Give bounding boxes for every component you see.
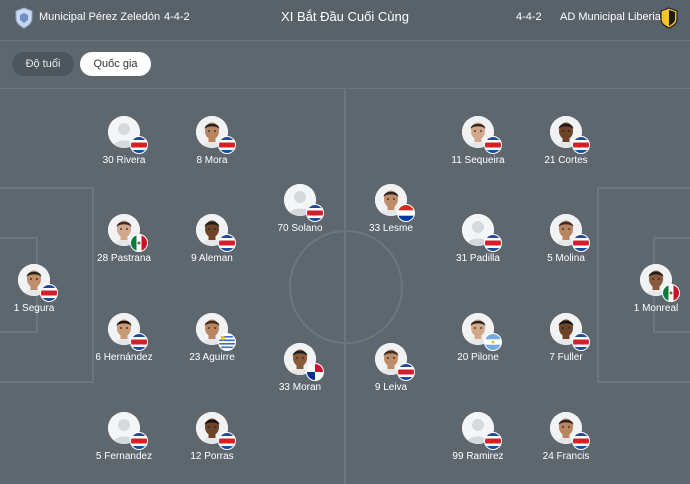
player-name[interactable]: 33 Lesme [341, 223, 441, 234]
header-divider [0, 40, 690, 41]
player-name[interactable]: 28 Pastrana [74, 253, 174, 264]
costa-rica-flag-icon [484, 432, 502, 450]
costa-rica-flag-icon [572, 333, 590, 351]
home-player-card[interactable]: 23 Aguirre [162, 313, 262, 373]
home-player-card[interactable]: 1 Segura [0, 264, 84, 324]
away-formation: 4-4-2 [516, 11, 542, 23]
player-name[interactable]: 7 Fuller [516, 352, 616, 363]
away-player-card[interactable]: 21 Cortes [516, 116, 616, 176]
away-team-crest-icon[interactable] [659, 7, 679, 29]
center-circle [289, 230, 403, 344]
away-player-card[interactable]: 31 Padilla [428, 214, 528, 274]
left-goal-box-bottom [0, 331, 36, 333]
mexico-flag-icon [662, 284, 680, 302]
right-goal-box-top [653, 237, 690, 239]
away-player-card[interactable]: 24 Francis [516, 412, 616, 472]
home-player-card[interactable]: 28 Pastrana [74, 214, 174, 274]
costa-rica-flag-icon [572, 432, 590, 450]
costa-rica-flag-icon [218, 432, 236, 450]
player-name[interactable]: 5 Fernandez [74, 451, 174, 462]
away-player-card[interactable]: 1 Monreal [606, 264, 690, 324]
player-name[interactable]: 1 Monreal [606, 303, 690, 314]
player-name[interactable]: 21 Cortes [516, 155, 616, 166]
player-name[interactable]: 12 Porras [162, 451, 262, 462]
player-name[interactable]: 31 Padilla [428, 253, 528, 264]
right-box-top [597, 187, 690, 189]
costa-rica-flag-icon [306, 204, 324, 222]
right-box-bottom [597, 381, 690, 383]
home-player-card[interactable]: 8 Mora [162, 116, 262, 176]
home-player-card[interactable]: 33 Moran [250, 343, 350, 403]
left-goal-box-top [0, 237, 36, 239]
player-name[interactable]: 24 Francis [516, 451, 616, 462]
player-name[interactable]: 30 Rivera [74, 155, 174, 166]
costa-rica-flag-icon [218, 234, 236, 252]
panama-flag-icon [306, 363, 324, 381]
player-name[interactable]: 20 Pilone [428, 352, 528, 363]
costa-rica-flag-icon [484, 136, 502, 154]
away-player-card[interactable]: 11 Sequeira [428, 116, 528, 176]
argentina-flag-icon [484, 333, 502, 351]
costa-rica-flag-icon [130, 333, 148, 351]
player-name[interactable]: 33 Moran [250, 382, 350, 393]
costa-rica-flag-icon [40, 284, 58, 302]
player-name[interactable]: 5 Molina [516, 253, 616, 264]
costa-rica-flag-icon [572, 136, 590, 154]
home-player-card[interactable]: 5 Fernandez [74, 412, 174, 472]
home-player-card[interactable]: 30 Rivera [74, 116, 174, 176]
left-box-top [0, 187, 92, 189]
costa-rica-flag-icon [218, 136, 236, 154]
lineup-header: Municipal Pérez Zeledón 4-4-2 XI Bắt Đầu… [0, 0, 690, 40]
player-name[interactable]: 11 Sequeira [428, 155, 528, 166]
right-goal-box-bottom [653, 331, 690, 333]
away-player-card[interactable]: 33 Lesme [341, 184, 441, 244]
costa-rica-flag-icon [572, 234, 590, 252]
away-team-name[interactable]: AD Municipal Liberia [560, 11, 661, 23]
home-player-card[interactable]: 12 Porras [162, 412, 262, 472]
player-name[interactable]: 8 Mora [162, 155, 262, 166]
player-name[interactable]: 1 Segura [0, 303, 84, 314]
home-player-card[interactable]: 6 Hernández [74, 313, 174, 373]
home-player-card[interactable]: 70 Solano [250, 184, 350, 244]
costa-rica-flag-icon [130, 136, 148, 154]
player-name[interactable]: 6 Hernández [74, 352, 174, 363]
player-name[interactable]: 9 Leiva [341, 382, 441, 393]
tab-nationality[interactable]: Quốc gia [80, 52, 151, 76]
costa-rica-flag-icon [397, 363, 415, 381]
costa-rica-flag-icon [484, 234, 502, 252]
player-name[interactable]: 9 Aleman [162, 253, 262, 264]
paraguay-flag-icon [397, 204, 415, 222]
left-box-bottom [0, 381, 92, 383]
player-name[interactable]: 23 Aguirre [162, 352, 262, 363]
away-player-card[interactable]: 20 Pilone [428, 313, 528, 373]
away-player-card[interactable]: 99 Ramirez [428, 412, 528, 472]
away-player-card[interactable]: 7 Fuller [516, 313, 616, 373]
player-name[interactable]: 99 Ramirez [428, 451, 528, 462]
player-name[interactable]: 70 Solano [250, 223, 350, 234]
tab-age[interactable]: Độ tuổi [12, 52, 74, 76]
costa-rica-flag-icon [130, 432, 148, 450]
uruguay-flag-icon [218, 333, 236, 351]
home-player-card[interactable]: 9 Aleman [162, 214, 262, 274]
mexico-flag-icon [130, 234, 148, 252]
away-player-card[interactable]: 5 Molina [516, 214, 616, 274]
away-player-card[interactable]: 9 Leiva [341, 343, 441, 403]
